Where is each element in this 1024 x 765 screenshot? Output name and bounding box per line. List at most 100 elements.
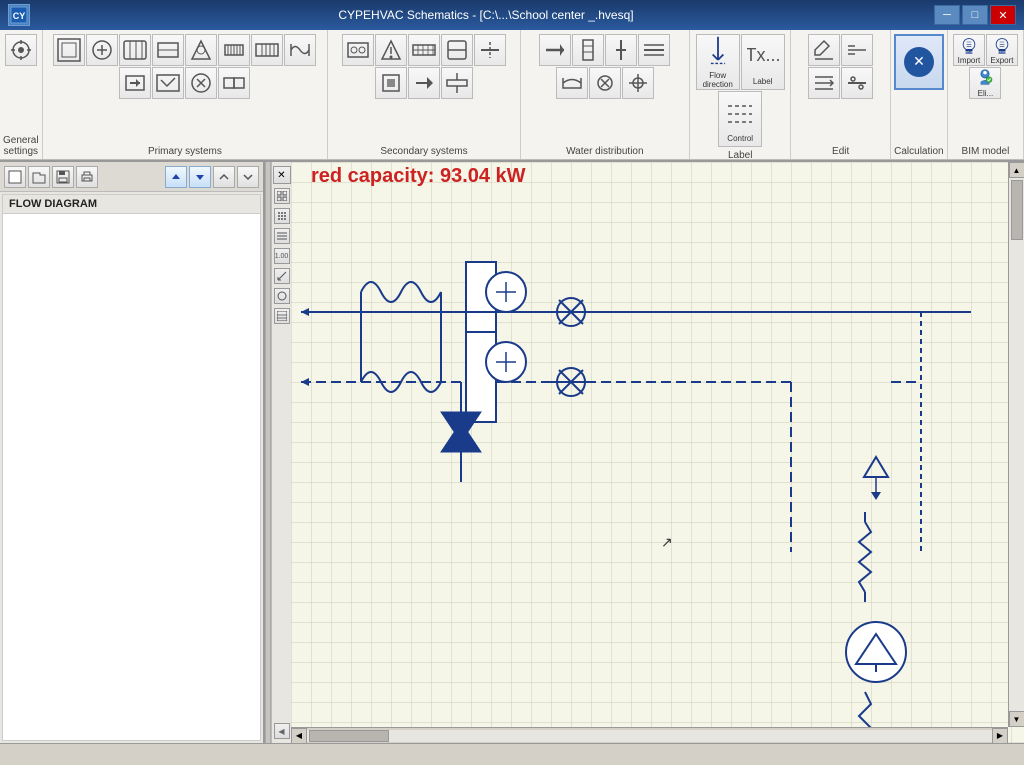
primary-btn-4[interactable]: [152, 34, 184, 66]
secondary-systems-label: Secondary systems: [380, 143, 467, 159]
svg-text:EXPORT: EXPORT: [996, 50, 1008, 54]
svg-text:✕: ✕: [913, 53, 925, 69]
sec-btn-7[interactable]: [408, 67, 440, 99]
move-up-button[interactable]: [165, 166, 187, 188]
primary-btn-9[interactable]: [119, 67, 151, 99]
toolbar-row: Generalsettings: [0, 30, 1024, 160]
move-down-button[interactable]: [189, 166, 211, 188]
collapse-up-button[interactable]: [213, 166, 235, 188]
svg-text:CY: CY: [13, 11, 26, 21]
primary-btn-12[interactable]: [218, 67, 250, 99]
edit-btn-4[interactable]: [841, 67, 873, 99]
main-area: FLOW DIAGRAM ✕ 1.00: [0, 162, 1024, 743]
edit-btn-1[interactable]: [808, 34, 840, 66]
horizontal-scrollbar[interactable]: ◀ ▶: [291, 727, 1008, 743]
primary-btn-6[interactable]: [218, 34, 250, 66]
open-document-button[interactable]: [28, 166, 50, 188]
vbar-btn-scale[interactable]: 1.00: [274, 248, 290, 264]
sec-btn-6[interactable]: [375, 67, 407, 99]
sec-btn-8[interactable]: [441, 67, 473, 99]
vbar-btn-circle[interactable]: [274, 288, 290, 304]
flow-direction-button[interactable]: Flowdirection: [696, 34, 740, 90]
water-btn-5[interactable]: [556, 67, 588, 99]
status-bar: [0, 743, 1024, 763]
left-panel-content: FLOW DIAGRAM: [2, 194, 261, 741]
general-settings-label: Generalsettings: [3, 132, 39, 159]
toolbar-edit: Edit: [791, 30, 890, 159]
minimize-button[interactable]: ─: [934, 5, 960, 25]
water-btn-7[interactable]: [622, 67, 654, 99]
schematic-diagram: red capacity: 93.04 kW: [291, 162, 991, 743]
save-document-button[interactable]: [52, 166, 74, 188]
maximize-button[interactable]: □: [962, 5, 988, 25]
sec-btn-4[interactable]: [441, 34, 473, 66]
edit-btn-3[interactable]: [808, 67, 840, 99]
vbar-btn-measure[interactable]: [274, 268, 290, 284]
close-button[interactable]: ✕: [990, 5, 1016, 25]
svg-text:Tx...: Tx...: [747, 45, 779, 65]
primary-systems-label: Primary systems: [148, 143, 222, 159]
primary-btn-2[interactable]: [86, 34, 118, 66]
primary-btn-3[interactable]: [119, 34, 151, 66]
primary-btn-1[interactable]: [53, 34, 85, 66]
vbar-btn-expand2[interactable]: ◀: [274, 723, 290, 739]
toolbar-primary-systems: Primary systems: [43, 30, 329, 159]
toolbar-calculation: ✕ Calculation: [891, 30, 948, 159]
print-button[interactable]: [76, 166, 98, 188]
collapse-down-button[interactable]: [237, 166, 259, 188]
vbar-btn-lines[interactable]: [274, 228, 290, 244]
window-controls: ─ □ ✕: [934, 5, 1016, 25]
water-btn-2[interactable]: [572, 34, 604, 66]
svg-text:IMPORT: IMPORT: [963, 50, 974, 54]
vbar-btn-expand[interactable]: ✕: [273, 166, 291, 184]
water-btn-4[interactable]: [638, 34, 670, 66]
canvas-area: red capacity: 93.04 kW: [291, 162, 1024, 743]
sec-btn-5[interactable]: [474, 34, 506, 66]
calculation-active-button[interactable]: ✕: [894, 34, 944, 90]
svg-text:↗: ↗: [661, 534, 673, 550]
bim-model-label: BIM model: [962, 143, 1010, 159]
bim-user-button[interactable]: Eli...: [969, 67, 1001, 99]
water-btn-6[interactable]: [589, 67, 621, 99]
title-bar: CY CYPEHVAC Schematics - [C:\...\School …: [0, 0, 1024, 30]
water-btn-3[interactable]: [605, 34, 637, 66]
scroll-thumb-horizontal[interactable]: [309, 730, 389, 742]
label-section-label: Label: [728, 147, 752, 163]
scroll-track-vertical[interactable]: [1009, 178, 1024, 711]
scroll-thumb-vertical[interactable]: [1011, 180, 1023, 240]
vbar-btn-table[interactable]: [274, 308, 290, 324]
primary-btn-5[interactable]: [185, 34, 217, 66]
water-btn-1[interactable]: [539, 34, 571, 66]
left-panel-toolbar: [0, 162, 263, 192]
primary-btn-11[interactable]: [185, 67, 217, 99]
calculation-label: Calculation: [894, 143, 943, 159]
toolbar-water-distribution: Water distribution: [521, 30, 690, 159]
scroll-up-button[interactable]: ▲: [1009, 162, 1024, 178]
bim-import-button[interactable]: IMPORT Import: [953, 34, 985, 66]
sec-btn-2[interactable]: [375, 34, 407, 66]
vertical-scrollbar[interactable]: ▲ ▼: [1008, 162, 1024, 727]
flow-diagram-header: FLOW DIAGRAM: [3, 195, 260, 214]
primary-btn-8[interactable]: [284, 34, 316, 66]
vbar-btn-dots[interactable]: [274, 208, 290, 224]
toolbar-area: Generalsettings: [0, 30, 1024, 162]
sec-btn-1[interactable]: [342, 34, 374, 66]
new-document-button[interactable]: [4, 166, 26, 188]
vbar-btn-grid[interactable]: [274, 188, 290, 204]
bim-export-button[interactable]: EXPORT Export: [986, 34, 1018, 66]
sec-btn-3[interactable]: [408, 34, 440, 66]
toolbar-label: Flowdirection Tx... Label Control: [690, 30, 792, 159]
control-button[interactable]: Control: [718, 91, 762, 147]
scroll-track-horizontal[interactable]: [307, 730, 992, 742]
edit-btn-2[interactable]: [841, 34, 873, 66]
vertical-toolbar: ✕ 1.00 ◀: [271, 162, 291, 743]
general-settings-button[interactable]: [5, 34, 37, 66]
primary-btn-10[interactable]: [152, 67, 184, 99]
edit-label: Edit: [832, 143, 849, 159]
primary-btn-7[interactable]: [251, 34, 283, 66]
left-panel: FLOW DIAGRAM: [0, 162, 265, 743]
label-button[interactable]: Tx... Label: [741, 34, 785, 90]
scroll-right-button[interactable]: ▶: [992, 728, 1008, 744]
scroll-down-button[interactable]: ▼: [1009, 711, 1024, 727]
scroll-left-button[interactable]: ◀: [291, 728, 307, 744]
